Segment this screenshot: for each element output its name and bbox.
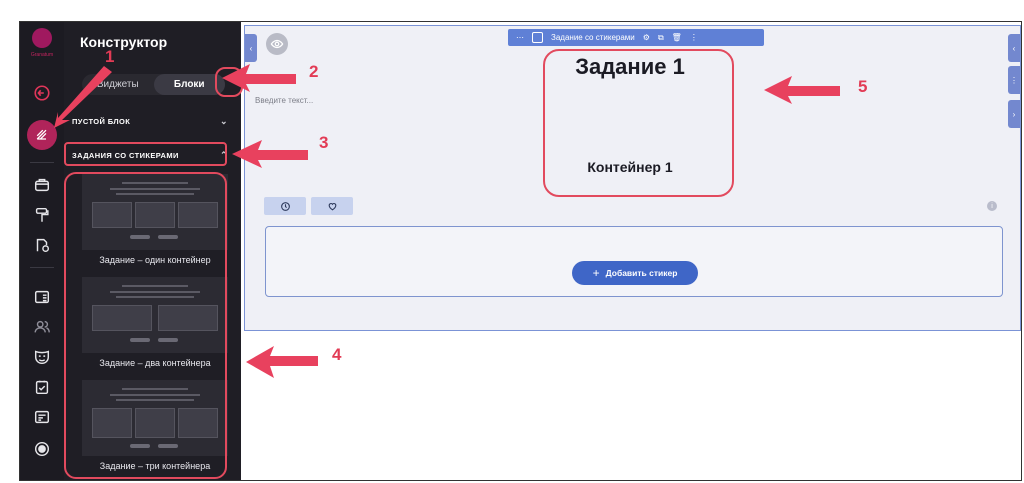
id-card-icon[interactable] <box>29 404 55 430</box>
highlight-blocks-tab <box>215 67 243 97</box>
back-icon[interactable] <box>29 80 55 106</box>
gear-icon[interactable]: ⚙ <box>643 33 650 42</box>
app-logo: Granatum <box>28 28 56 64</box>
tab-widgets[interactable]: Виджеты <box>82 74 154 95</box>
chevron-down-icon: ⌄ <box>220 115 228 126</box>
highlight-task-title <box>543 49 734 197</box>
highlight-block-cards <box>64 172 227 479</box>
annotation-number-2: 2 <box>309 62 319 81</box>
annotation-number-3: 3 <box>319 133 329 152</box>
panel-tabs: Виджеты Блоки <box>82 74 225 95</box>
trash-icon[interactable]: 🗑︎ <box>672 33 682 42</box>
panel-title: Конструктор <box>80 34 168 50</box>
annotation-number-1: 1 <box>105 47 115 66</box>
record-icon[interactable] <box>29 436 55 462</box>
settings-doc-icon[interactable] <box>29 232 55 258</box>
sticker-dropzone: + Добавить стикер <box>265 226 1003 297</box>
blocks-icon[interactable] <box>29 172 55 198</box>
heart-button[interactable] <box>311 197 353 215</box>
more-icon[interactable]: ⋮ <box>690 33 698 42</box>
text-placeholder[interactable]: Введите текст... <box>255 96 313 105</box>
list-icon[interactable] <box>29 284 55 310</box>
icon-rail: Granatum <box>20 22 64 480</box>
block-toolbar-label: Задание со стикерами <box>551 33 635 42</box>
constructor-icon[interactable] <box>27 120 57 150</box>
copy-icon[interactable]: ⧉ <box>658 33 664 43</box>
drag-handle-icon[interactable]: ⋯ <box>516 33 524 42</box>
logo-text: Granatum <box>30 52 54 58</box>
mask-icon[interactable] <box>29 344 55 370</box>
collapse-right-icon[interactable]: ‹ <box>1008 34 1020 62</box>
preview-eye-icon[interactable] <box>266 33 288 55</box>
checklist-icon[interactable] <box>29 374 55 400</box>
collapse-left-icon[interactable]: ‹ <box>245 34 257 62</box>
users-icon[interactable] <box>29 314 55 340</box>
info-icon[interactable]: i <box>987 201 997 211</box>
logo-mark <box>32 28 52 48</box>
annotation-number-5: 5 <box>858 77 868 96</box>
expand-right-icon[interactable]: › <box>1008 100 1020 128</box>
highlight-sticker-section <box>64 142 227 166</box>
add-sticker-label: Добавить стикер <box>605 268 678 278</box>
paint-roller-icon[interactable] <box>29 202 55 228</box>
add-sticker-button[interactable]: + Добавить стикер <box>572 261 698 285</box>
plus-icon: + <box>592 266 600 280</box>
timer-button[interactable] <box>264 197 306 215</box>
section-empty-block-label: ПУСТОЙ БЛОК <box>72 116 131 126</box>
annotation-number-4: 4 <box>332 345 342 364</box>
block-checkbox[interactable] <box>532 32 543 43</box>
section-empty-block[interactable]: ПУСТОЙ БЛОК ⌄ <box>72 112 228 130</box>
rail-divider <box>30 162 54 163</box>
rail-divider <box>30 267 54 268</box>
block-toolbar: ⋯ Задание со стикерами ⚙ ⧉ 🗑︎ ⋮ <box>508 29 764 46</box>
structure-icon[interactable]: ⋮ <box>1008 66 1020 94</box>
